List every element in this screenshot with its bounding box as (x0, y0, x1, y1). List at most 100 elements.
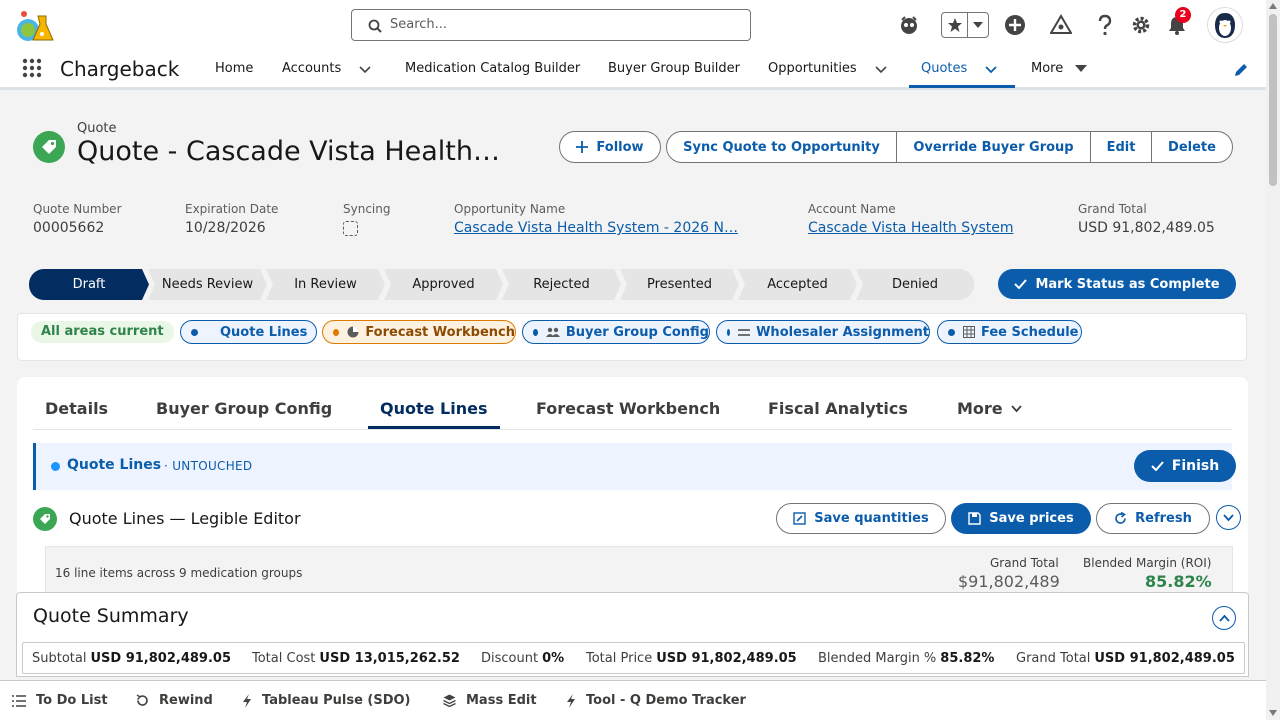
tab-quote-lines[interactable]: Quote Lines (380, 399, 488, 418)
delete-button[interactable]: Delete (1151, 131, 1233, 163)
nav-item-more[interactable]: More (1031, 50, 1063, 90)
mark-status-complete-button[interactable]: Mark Status as Complete (998, 269, 1236, 299)
metric-value: USD 91,802,489.05 (90, 651, 231, 666)
tab-fiscal-analytics[interactable]: Fiscal Analytics (768, 399, 908, 418)
path-step-needs-review[interactable]: Needs Review (148, 269, 267, 300)
editor-grand-total-label: Grand Total (990, 556, 1059, 570)
agent-icon[interactable] (896, 12, 922, 38)
utility-label: Tableau Pulse (SDO) (262, 693, 411, 708)
user-avatar[interactable] (1207, 7, 1243, 43)
metric-total-cost: Total Cost USD 13,015,262.52 (252, 651, 460, 666)
global-search-input[interactable]: Search... (351, 9, 751, 41)
metric-value: USD 91,802,489.05 (656, 651, 797, 666)
tab-forecast-workbench[interactable]: Forecast Workbench (536, 399, 720, 418)
account-name-label: Account Name (808, 202, 896, 216)
area-chip-forecast-workbench[interactable]: Forecast Workbench (322, 320, 516, 344)
override-buyer-group-button[interactable]: Override Buyer Group (896, 131, 1091, 163)
path-step-presented[interactable]: Presented (620, 269, 739, 300)
scroll-up-arrow-icon[interactable] (1269, 3, 1277, 9)
path-step-accepted[interactable]: Accepted (738, 269, 857, 300)
utility-label: Tool - Q Demo Tracker (586, 693, 746, 708)
path-step-approved[interactable]: Approved (384, 269, 503, 300)
page-scrollbar[interactable] (1266, 0, 1280, 720)
quote-number-value: 00005662 (33, 220, 105, 236)
edit-button[interactable]: Edit (1090, 131, 1152, 163)
area-chip-buyer-group-config[interactable]: Buyer Group Config (522, 320, 710, 344)
refresh-button[interactable]: Refresh (1096, 503, 1210, 534)
app-navigation-bar: Chargeback Home Accounts Medication Cata… (0, 50, 1266, 90)
expiration-date-value: 10/28/2026 (185, 220, 266, 236)
utility-rewind[interactable]: Rewind (136, 693, 213, 708)
help-icon[interactable] (1092, 12, 1118, 38)
path-step-denied[interactable]: Denied (856, 269, 974, 300)
nav-item-quotes[interactable]: Quotes (921, 50, 967, 90)
refresh-icon (1114, 512, 1135, 525)
layers-icon (443, 694, 466, 707)
tab-more[interactable]: More (957, 399, 1022, 418)
expand-editor-chevron-icon[interactable] (1216, 505, 1241, 530)
equals-lines-icon (738, 328, 751, 337)
favorites-group (941, 12, 989, 38)
save-quantities-label: Save quantities (814, 511, 929, 526)
path-step-rejected[interactable]: Rejected (502, 269, 621, 300)
utility-tableau-pulse[interactable]: Tableau Pulse (SDO) (242, 693, 411, 708)
refresh-label: Refresh (1135, 511, 1192, 526)
nav-item-buyer-group-builder[interactable]: Buyer Group Builder (608, 50, 740, 90)
path-step-draft[interactable]: Draft (29, 269, 149, 300)
scroll-down-arrow-icon[interactable] (1269, 710, 1277, 716)
metric-label: Grand Total (1016, 651, 1091, 666)
edit-nav-pencil-icon[interactable] (1233, 62, 1249, 78)
status-dot (727, 328, 731, 336)
tab-buyer-group-config[interactable]: Buyer Group Config (156, 399, 332, 418)
opportunity-name-link[interactable]: Cascade Vista Health System - 2026 N… (454, 220, 738, 236)
quantity-edit-icon (793, 512, 814, 525)
section-status: · UNTOUCHED (164, 459, 253, 473)
utility-q-demo-tracker[interactable]: Tool - Q Demo Tracker (566, 693, 746, 708)
quotes-chevron-down-icon[interactable] (985, 63, 997, 75)
area-chip-quote-lines[interactable]: Quote Lines (180, 320, 317, 344)
setup-gear-icon[interactable] (1128, 12, 1154, 38)
global-create-icon[interactable] (1002, 12, 1028, 38)
nav-item-opportunities[interactable]: Opportunities (768, 50, 857, 90)
status-dot (333, 328, 340, 336)
follow-button[interactable]: Follow (559, 131, 661, 163)
blended-margin-label: Blended Margin (ROI) (1083, 556, 1212, 570)
nav-item-medication-catalog-builder[interactable]: Medication Catalog Builder (405, 50, 580, 90)
sync-quote-to-opportunity-button[interactable]: Sync Quote to Opportunity (666, 131, 897, 163)
area-chip-wholesaler-assignment[interactable]: Wholesaler Assignment (716, 320, 930, 344)
trailhead-icon[interactable] (1048, 12, 1074, 38)
metric-label: Blended Margin % (818, 651, 937, 666)
accounts-chevron-down-icon[interactable] (359, 63, 371, 75)
search-placeholder: Search... (390, 17, 448, 32)
all-areas-current-badge: All areas current (31, 321, 174, 343)
more-caret-icon[interactable] (1075, 65, 1087, 73)
save-prices-button[interactable]: Save prices (951, 503, 1091, 534)
opportunities-chevron-down-icon[interactable] (875, 63, 887, 75)
nav-item-accounts[interactable]: Accounts (282, 50, 341, 90)
collapse-summary-chevron-up-icon[interactable] (1212, 606, 1236, 630)
app-logo[interactable] (14, 6, 56, 46)
app-launcher-icon[interactable] (22, 58, 42, 78)
nav-item-home[interactable]: Home (215, 50, 253, 90)
expiration-date-label: Expiration Date (185, 202, 279, 216)
path-step-in-review[interactable]: In Review (266, 269, 385, 300)
metric-value: 0% (542, 651, 565, 666)
summary-metrics-row: Subtotal USD 91,802,489.05 Total Cost USD … (22, 642, 1245, 674)
list-icon (12, 694, 36, 707)
blended-margin-value: 85.82% (1145, 572, 1212, 591)
account-name-link[interactable]: Cascade Vista Health System (808, 220, 1013, 236)
area-chip-fee-schedule[interactable]: Fee Schedule (937, 320, 1082, 344)
scrollbar-thumb[interactable] (1269, 14, 1277, 186)
finish-button[interactable]: Finish (1134, 450, 1236, 482)
save-disk-icon (968, 512, 989, 525)
metric-value: 85.82% (940, 651, 995, 666)
tab-details[interactable]: Details (45, 399, 108, 418)
favorite-star-icon[interactable] (942, 13, 968, 37)
metric-value: USD 13,015,262.52 (319, 651, 460, 666)
save-quantities-button[interactable]: Save quantities (776, 503, 946, 534)
utility-to-do-list[interactable]: To Do List (12, 693, 108, 708)
favorites-dropdown-icon[interactable] (968, 13, 988, 37)
chevron-down-icon (1010, 404, 1022, 413)
utility-mass-edit[interactable]: Mass Edit (443, 693, 537, 708)
record-title: Quote - Cascade Vista Health… (77, 136, 500, 167)
